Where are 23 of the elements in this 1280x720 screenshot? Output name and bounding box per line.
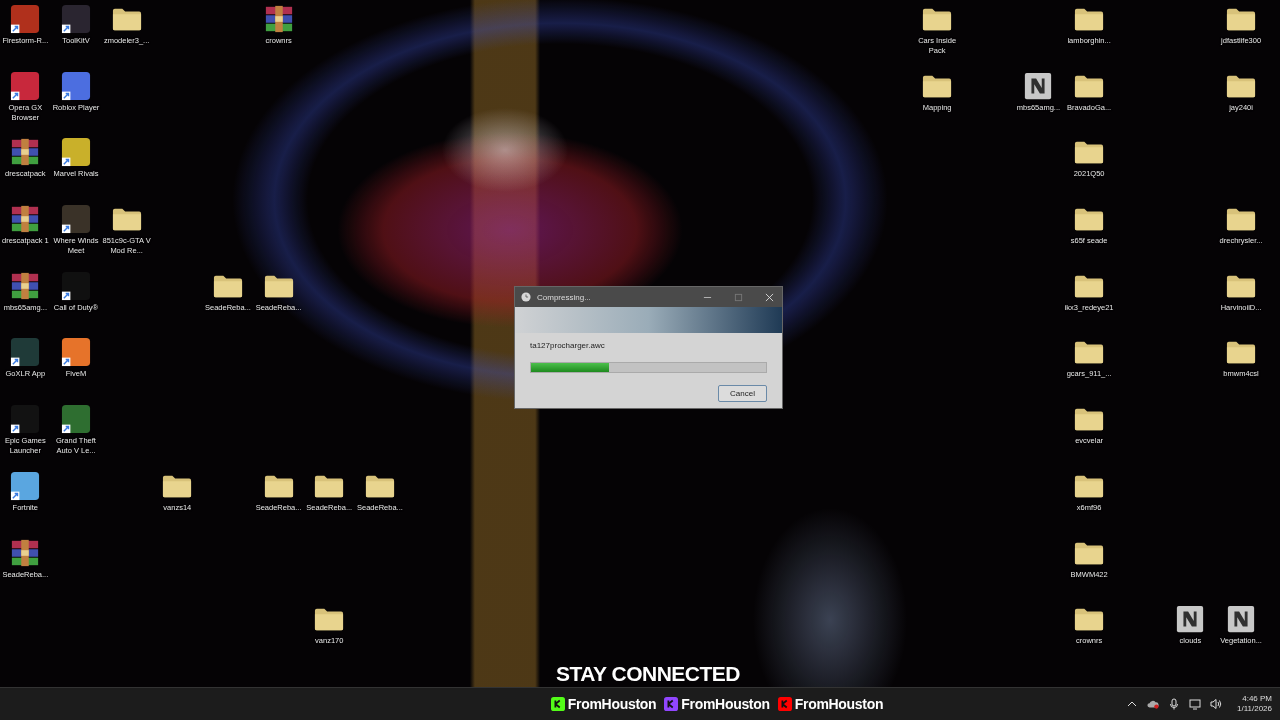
- file-icon: [1023, 70, 1054, 101]
- overlay-heading: STAY CONNECTED: [556, 662, 740, 686]
- social-handle: FromHouston: [794, 696, 884, 712]
- file-icon: [1175, 604, 1206, 635]
- clock-time[interactable]: 4:46 PM: [1242, 694, 1272, 704]
- monitor-icon[interactable]: [1189, 698, 1201, 710]
- archive-icon: [263, 4, 294, 34]
- archive-icon: [10, 270, 41, 301]
- social-handle: FromHouston: [567, 696, 657, 712]
- clock-icon: [521, 292, 531, 302]
- clock-date[interactable]: 1/11/2026: [1237, 704, 1272, 714]
- cancel-button[interactable]: Cancel: [718, 385, 767, 402]
- dialog-title: Compressing...: [537, 292, 591, 302]
- file-name: ta127procharger.awc: [530, 341, 606, 350]
- microphone-icon[interactable]: [1168, 698, 1180, 710]
- archive-icon: [10, 204, 41, 235]
- social-handle: FromHouston: [681, 696, 770, 712]
- speaker-icon[interactable]: [1210, 698, 1222, 710]
- close-icon[interactable]: [765, 292, 774, 302]
- archive-icon: [10, 137, 41, 168]
- archive-icon: [10, 537, 41, 568]
- cloud-icon[interactable]: [1147, 698, 1159, 710]
- file-icon: [1226, 604, 1257, 635]
